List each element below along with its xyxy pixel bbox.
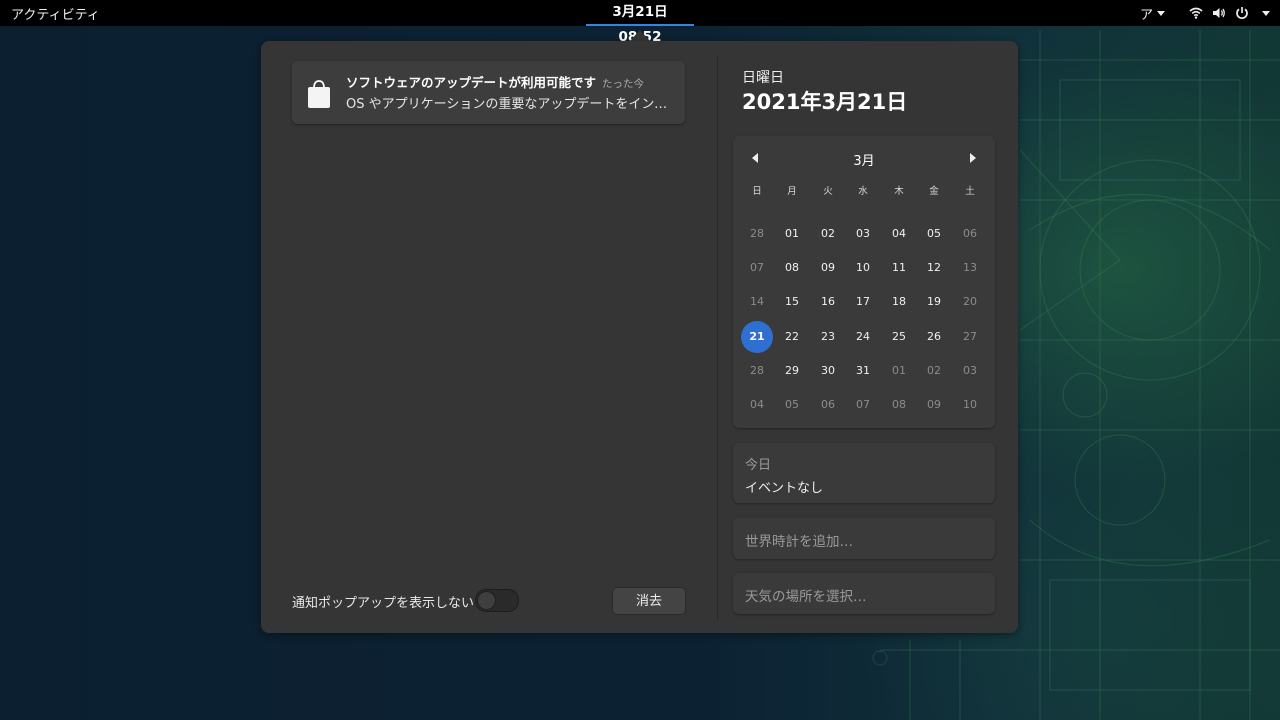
calendar-weekday: 日	[752, 186, 762, 197]
calendar-weekday: 火	[823, 186, 833, 197]
calendar-day[interactable]: 24	[847, 321, 879, 353]
volume-icon	[1213, 8, 1225, 18]
calendar-weekday: 木	[894, 186, 904, 197]
next-month-button[interactable]	[961, 148, 983, 168]
add-world-clock-button[interactable]: 世界時計を追加…	[733, 518, 995, 559]
system-tray: ア	[1140, 0, 1270, 26]
calendar-day[interactable]: 06	[954, 218, 986, 250]
do-not-disturb-label: 通知ポップアップを表示しない	[292, 596, 475, 611]
system-menu-button[interactable]	[1189, 6, 1270, 20]
calendar-day[interactable]: 08	[883, 389, 915, 421]
calendar-day[interactable]: 16	[812, 286, 844, 318]
calendar-day[interactable]: 02	[918, 355, 950, 387]
calendar-day[interactable]: 14	[741, 286, 773, 318]
calendar-day[interactable]: 04	[741, 389, 773, 421]
popover-arrow	[630, 30, 650, 41]
calendar-day[interactable]: 20	[954, 286, 986, 318]
notification-body: OS やアプリケーションの重要なアップデートをインストールする準備ができました	[346, 97, 671, 112]
clock-button[interactable]: 3月21日 08:52	[586, 0, 694, 45]
notification-time: たった今	[602, 78, 645, 90]
calendar-day[interactable]: 07	[847, 389, 879, 421]
input-method-label: ア	[1139, 7, 1153, 23]
calendar: 3月 日月火水木金土 28 01 02 03 04 05 06 07 08 09 10 11 12 13 14…	[733, 136, 995, 428]
calendar-day[interactable]: 28	[741, 355, 773, 387]
events-section[interactable]: 今日 イベントなし	[733, 443, 995, 503]
calendar-day[interactable]: 04	[883, 218, 915, 250]
clear-button[interactable]: 消去	[612, 587, 686, 615]
calendar-day[interactable]: 03	[954, 355, 986, 387]
calendar-day-today[interactable]: 21	[741, 321, 773, 353]
wifi-icon	[1189, 7, 1203, 19]
calendar-day[interactable]: 08	[776, 252, 808, 284]
calendar-day[interactable]: 06	[812, 389, 844, 421]
calendar-day[interactable]: 28	[741, 218, 773, 250]
notification-title-text: ソフトウェアのアップデートが利用可能です	[346, 75, 597, 90]
column-divider	[717, 55, 718, 621]
calendar-day[interactable]: 19	[918, 286, 950, 318]
chevron-down-icon	[1157, 10, 1165, 16]
world-clock-label: 世界時計を追加…	[745, 534, 853, 550]
notification-title: ソフトウェアのアップデートが利用可能です たった今	[346, 72, 644, 91]
calendar-day[interactable]: 01	[776, 218, 808, 250]
calendar-day[interactable]: 05	[918, 218, 950, 250]
calendar-day[interactable]: 23	[812, 321, 844, 353]
calendar-weekday: 水	[858, 186, 868, 197]
calendar-weekday: 土	[965, 186, 975, 197]
calendar-weekday: 金	[929, 186, 939, 197]
calendar-day[interactable]: 13	[954, 252, 986, 284]
calendar-day[interactable]: 25	[883, 321, 915, 353]
weather-label: 天気の場所を選択…	[745, 589, 867, 605]
calendar-day[interactable]: 02	[812, 218, 844, 250]
calendar-day[interactable]: 01	[883, 355, 915, 387]
top-bar: アクティビティ 3月21日 08:52 ア	[0, 0, 1280, 45]
calendar-day[interactable]: 11	[883, 252, 915, 284]
calendar-day[interactable]: 12	[918, 252, 950, 284]
calendar-day[interactable]: 10	[847, 252, 879, 284]
calendar-day[interactable]: 07	[741, 252, 773, 284]
shopping-bag-icon	[308, 80, 330, 108]
do-not-disturb-toggle[interactable]	[475, 589, 519, 612]
events-title: 今日	[745, 458, 772, 473]
select-weather-location-button[interactable]: 天気の場所を選択…	[733, 573, 995, 614]
activities-button[interactable]: アクティビティ	[11, 4, 100, 23]
calendar-day[interactable]: 18	[883, 286, 915, 318]
input-method-button[interactable]: ア	[1140, 4, 1165, 23]
calendar-day[interactable]: 09	[918, 389, 950, 421]
calendar-month: 3月	[853, 154, 875, 169]
calendar-day[interactable]: 09	[812, 252, 844, 284]
calendar-weekday: 月	[787, 186, 797, 197]
notification-item[interactable]: ソフトウェアのアップデートが利用可能です たった今 OS やアプリケーションの重要…	[292, 61, 685, 124]
calendar-day[interactable]: 17	[847, 286, 879, 318]
calendar-day[interactable]: 27	[954, 321, 986, 353]
calendar-day[interactable]: 31	[847, 355, 879, 387]
calendar-day[interactable]: 15	[776, 286, 808, 318]
power-icon	[1236, 7, 1248, 20]
calendar-day[interactable]: 30	[812, 355, 844, 387]
chevron-down-icon	[1262, 10, 1270, 16]
calendar-day[interactable]: 05	[776, 389, 808, 421]
full-date-label: 2021年3月21日	[742, 90, 908, 114]
calendar-day[interactable]: 03	[847, 218, 879, 250]
calendar-day[interactable]: 10	[954, 389, 986, 421]
clock-date: 3月21日	[612, 4, 668, 20]
toggle-knob	[477, 591, 496, 610]
events-empty-label: イベントなし	[745, 481, 824, 496]
calendar-day[interactable]: 22	[776, 321, 808, 353]
calendar-day[interactable]: 29	[776, 355, 808, 387]
weekday-label: 日曜日	[742, 70, 784, 86]
calendar-day[interactable]: 26	[918, 321, 950, 353]
date-notification-popover: ソフトウェアのアップデートが利用可能です たった今 OS やアプリケーションの重要…	[261, 41, 1018, 633]
